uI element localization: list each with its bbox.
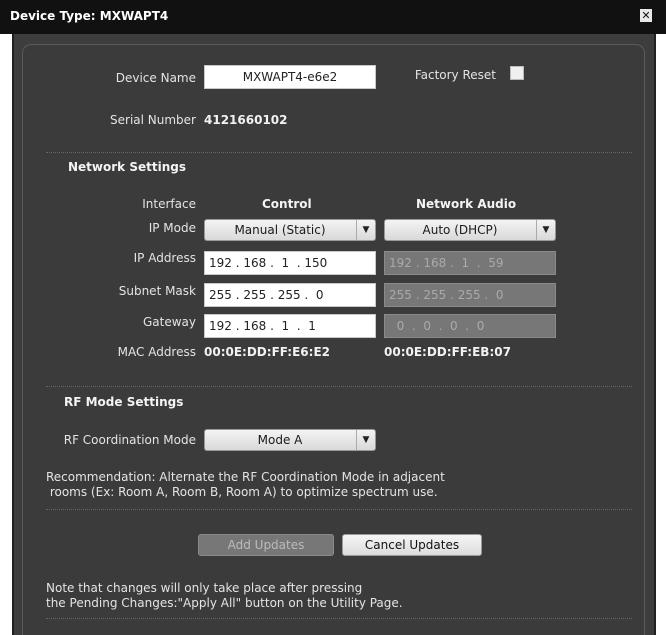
chevron-down-icon: ▼: [356, 430, 375, 450]
control-column-heading: Control: [262, 197, 312, 211]
device-name-input[interactable]: MXWAPT4-e6e2: [204, 65, 376, 89]
ip-address-label: IP Address: [133, 251, 196, 265]
add-updates-button: Add Updates: [198, 534, 334, 556]
network-audio-column-heading: Network Audio: [416, 197, 517, 211]
audio-gateway-input: 0 . 0 . 0 . 0: [384, 314, 556, 338]
audio-subnet-mask-input: 255 . 255 . 255 . 0: [384, 283, 556, 307]
interface-label: Interface: [142, 197, 196, 211]
audio-ip-mode-value: Auto (DHCP): [422, 223, 498, 237]
factory-reset-label: Factory Reset: [414, 68, 496, 82]
note-line2: the Pending Changes:"Apply All" button o…: [46, 596, 403, 610]
control-ip-mode-value: Manual (Static): [234, 223, 326, 237]
rf-coordination-mode-label: RF Coordination Mode: [63, 433, 196, 447]
control-subnet-mask-input[interactable]: 255 . 255 . 255 . 0: [204, 283, 376, 307]
audio-ip-address-input: 192 . 168 . 1 . 59: [384, 251, 556, 275]
control-ip-address-input[interactable]: 192 . 168 . 1 . 150: [204, 251, 376, 275]
chevron-down-icon: ▼: [356, 220, 375, 240]
close-icon[interactable]: ✕: [640, 9, 652, 22]
divider: [46, 509, 632, 510]
rf-coordination-mode-select[interactable]: Mode A ▼: [204, 429, 376, 451]
control-ip-mode-select[interactable]: Manual (Static) ▼: [204, 219, 376, 241]
factory-reset-checkbox[interactable]: [510, 66, 524, 80]
ip-mode-label: IP Mode: [148, 221, 196, 235]
divider: [46, 386, 632, 387]
serial-number-value: 4121660102: [204, 113, 288, 127]
note-line1: Note that changes will only take place a…: [46, 581, 363, 595]
rf-recommendation-line1: Recommendation: Alternate the RF Coordin…: [46, 470, 445, 484]
subnet-mask-label: Subnet Mask: [118, 284, 196, 298]
network-settings-heading: Network Settings: [68, 160, 186, 174]
rf-coordination-mode-value: Mode A: [257, 433, 303, 447]
window-title: Device Type: MXWAPT4: [10, 9, 169, 23]
device-name-label: Device Name: [115, 71, 196, 85]
cancel-updates-button[interactable]: Cancel Updates: [342, 534, 482, 556]
mac-address-label: MAC Address: [117, 345, 196, 359]
control-mac-address: 00:0E:DD:FF:E6:E2: [204, 345, 330, 359]
chevron-down-icon: ▼: [536, 220, 555, 240]
audio-mac-address: 00:0E:DD:FF:EB:07: [384, 345, 511, 359]
title-bar: Device Type: MXWAPT4 ✕: [0, 0, 666, 34]
control-gateway-input[interactable]: 192 . 168 . 1 . 1: [204, 314, 376, 338]
divider: [46, 152, 632, 153]
gateway-label: Gateway: [142, 315, 196, 329]
divider: [46, 618, 632, 619]
audio-ip-mode-select[interactable]: Auto (DHCP) ▼: [384, 219, 556, 241]
rf-recommendation-line2: rooms (Ex: Room A, Room B, Room A) to op…: [46, 485, 438, 499]
rf-mode-settings-heading: RF Mode Settings: [64, 395, 184, 409]
serial-number-label: Serial Number: [110, 113, 196, 127]
